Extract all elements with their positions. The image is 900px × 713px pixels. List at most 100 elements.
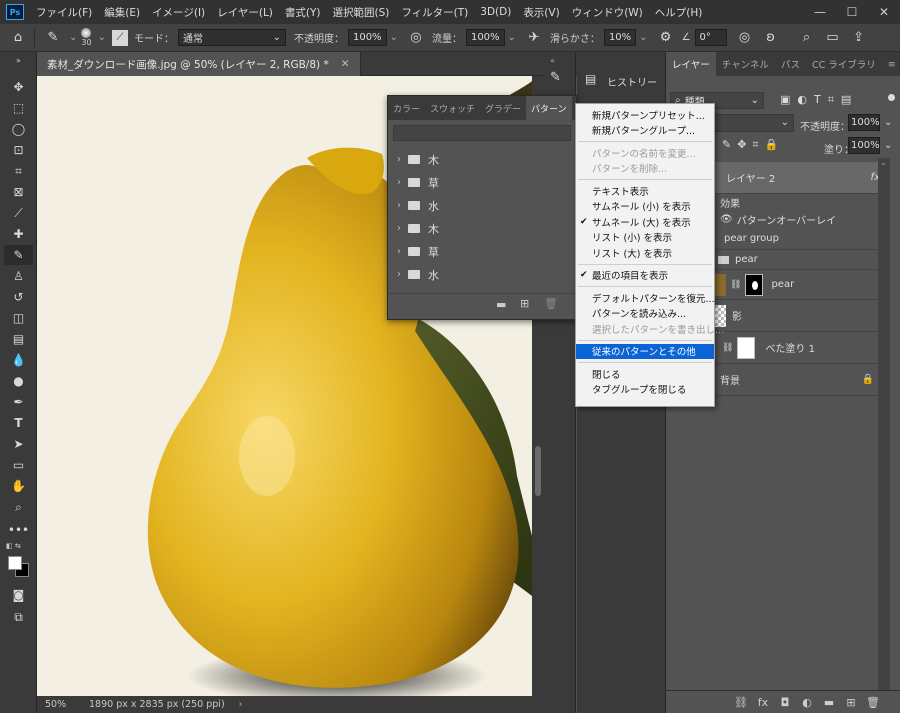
more-tools-icon[interactable]: •••: [4, 520, 33, 540]
screen-mode-icon[interactable]: ⧉: [4, 607, 33, 627]
frame-tool-icon[interactable]: ⊠: [4, 182, 33, 202]
flow-field[interactable]: 100%: [465, 29, 505, 46]
pattern-group[interactable]: › 草: [388, 240, 578, 263]
tab-color[interactable]: カラー: [388, 96, 425, 120]
layers-scrollbar[interactable]: ⌃: [878, 158, 890, 693]
layers-menu-icon[interactable]: ≡: [882, 52, 900, 76]
lock-icons[interactable]: ✎✥⌗🔒: [722, 138, 784, 152]
eye-icon[interactable]: 👁: [720, 214, 733, 225]
history-brush-tool-icon[interactable]: ↺: [4, 287, 33, 307]
pattern-group[interactable]: › 草: [388, 171, 578, 194]
layer-opacity-field[interactable]: 100%: [848, 114, 880, 131]
smoothing-field[interactable]: 10%: [603, 29, 637, 46]
rectangle-tool-icon[interactable]: ▭: [4, 455, 33, 475]
status-menu-icon[interactable]: ›: [239, 699, 243, 710]
gradient-tool-icon[interactable]: ▤: [4, 329, 33, 349]
menu-filter[interactable]: フィルター(T): [395, 5, 474, 20]
menu-item[interactable]: 閉じる: [576, 366, 714, 382]
default-colors-icon[interactable]: ◧ ⇆: [6, 542, 21, 550]
new-group-folder-icon[interactable]: ▬: [496, 298, 506, 311]
gear-icon[interactable]: ⚙: [656, 28, 676, 48]
pen-tool-icon[interactable]: ✒: [4, 392, 33, 412]
menu-item[interactable]: デフォルトパターンを復元...: [576, 290, 715, 306]
maximize-button[interactable]: ☐: [836, 0, 868, 24]
tab-cc-libraries[interactable]: CC ライブラリ: [806, 52, 882, 76]
airbrush-icon[interactable]: ✈: [524, 28, 544, 48]
symmetry-icon[interactable]: ʚ: [761, 28, 781, 48]
adjustment-layer-icon[interactable]: ◐: [796, 696, 818, 709]
object-select-tool-icon[interactable]: ⊡: [4, 140, 33, 160]
menu-item[interactable]: リスト (小) を表示: [576, 230, 714, 246]
tab-patterns[interactable]: パターン: [526, 96, 572, 120]
history-icon[interactable]: ▤: [585, 72, 596, 86]
collapse-dock-icon[interactable]: «: [550, 56, 555, 65]
menu-view[interactable]: 表示(V): [517, 5, 565, 20]
menu-edit[interactable]: 編集(E): [98, 5, 146, 20]
quick-mask-icon[interactable]: ◙: [4, 585, 33, 605]
minimize-button[interactable]: —: [804, 0, 836, 24]
pressure-opacity-icon[interactable]: ◎: [406, 28, 426, 48]
pattern-search-input[interactable]: [393, 125, 571, 141]
link-icon[interactable]: ⛓: [722, 343, 733, 353]
blur-tool-icon[interactable]: 💧: [4, 350, 33, 370]
menu-help[interactable]: ヘルプ(H): [649, 5, 709, 20]
crop-tool-icon[interactable]: ⌗: [4, 161, 33, 181]
link-icon[interactable]: ⛓: [730, 280, 741, 290]
menu-item[interactable]: ✔ サムネール (大) を表示: [576, 214, 714, 230]
pattern-group[interactable]: › 水: [388, 263, 578, 286]
pattern-group[interactable]: › 木: [388, 217, 578, 240]
tab-paths[interactable]: パス: [775, 52, 806, 76]
menu-layer[interactable]: レイヤー(L): [211, 5, 279, 20]
menu-type[interactable]: 書式(Y): [279, 5, 327, 20]
type-tool-icon[interactable]: T: [4, 413, 33, 433]
brush-tool-icon[interactable]: ✎: [4, 245, 33, 265]
brush-settings-icon[interactable]: ⟋: [111, 29, 128, 46]
pattern-group[interactable]: › 木: [388, 148, 578, 171]
mode-select[interactable]: 通常 ⌄: [177, 29, 286, 46]
add-style-icon[interactable]: fx: [752, 696, 774, 709]
menu-item[interactable]: テキスト表示: [576, 183, 714, 199]
angle-field[interactable]: 0°: [694, 29, 727, 46]
link-layers-icon[interactable]: ⛓: [730, 696, 752, 709]
workspace-icon[interactable]: ▭: [823, 28, 843, 48]
pattern-group[interactable]: › 水: [388, 194, 578, 217]
close-document-icon[interactable]: ✕: [341, 58, 350, 70]
history-label[interactable]: ヒストリー: [607, 74, 657, 89]
lasso-tool-icon[interactable]: ◯: [4, 119, 33, 139]
layer-filter-icons[interactable]: ▣◐T⌗▤: [780, 93, 858, 107]
new-layer-icon[interactable]: ⊞: [840, 696, 862, 709]
collapse-toolbar-icon[interactable]: »: [4, 56, 33, 65]
fill-field[interactable]: 100%: [848, 137, 880, 154]
close-window-button[interactable]: ✕: [868, 0, 900, 24]
menu-item[interactable]: 従来のパターンとその他: [576, 343, 714, 359]
trash-icon[interactable]: 🗑: [544, 297, 558, 310]
dodge-tool-icon[interactable]: ●: [4, 371, 33, 391]
tab-swatches[interactable]: スウォッチ: [425, 96, 480, 120]
home-icon[interactable]: ⌂: [8, 28, 28, 48]
tab-channels[interactable]: チャンネル: [716, 52, 775, 76]
menu-item[interactable]: 新規パターンプリセット...: [576, 107, 714, 123]
add-mask-icon[interactable]: ◘: [774, 696, 796, 709]
healing-brush-tool-icon[interactable]: ✚: [4, 224, 33, 244]
new-pattern-icon[interactable]: ⊞: [520, 297, 529, 310]
eraser-tool-icon[interactable]: ◫: [4, 308, 33, 328]
filter-toggle[interactable]: [888, 94, 895, 101]
menu-file[interactable]: ファイル(F): [30, 5, 98, 20]
menu-item[interactable]: 新規パターングループ...: [576, 123, 714, 139]
menu-window[interactable]: ウィンドウ(W): [566, 5, 649, 20]
brush-settings-panel-icon[interactable]: ✎: [550, 70, 561, 85]
tab-layers[interactable]: レイヤー: [666, 52, 716, 76]
menu-item[interactable]: リスト (大) を表示: [576, 245, 714, 261]
opacity-field[interactable]: 100%: [347, 29, 387, 46]
menu-3d[interactable]: 3D(D): [474, 6, 517, 18]
menu-image[interactable]: イメージ(I): [146, 5, 211, 20]
marquee-tool-icon[interactable]: ⬚: [4, 98, 33, 118]
menu-item[interactable]: パターンを読み込み...: [576, 306, 714, 322]
share-icon[interactable]: ⇪: [849, 28, 869, 48]
tab-gradients[interactable]: グラデー: [480, 96, 526, 120]
pressure-size-icon[interactable]: ◎: [735, 28, 755, 48]
brush-tool-icon[interactable]: ✎: [43, 28, 63, 48]
move-tool-icon[interactable]: ✥: [4, 77, 33, 97]
clone-stamp-tool-icon[interactable]: ♙: [4, 266, 33, 286]
brush-preset-picker[interactable]: 30: [81, 28, 92, 47]
